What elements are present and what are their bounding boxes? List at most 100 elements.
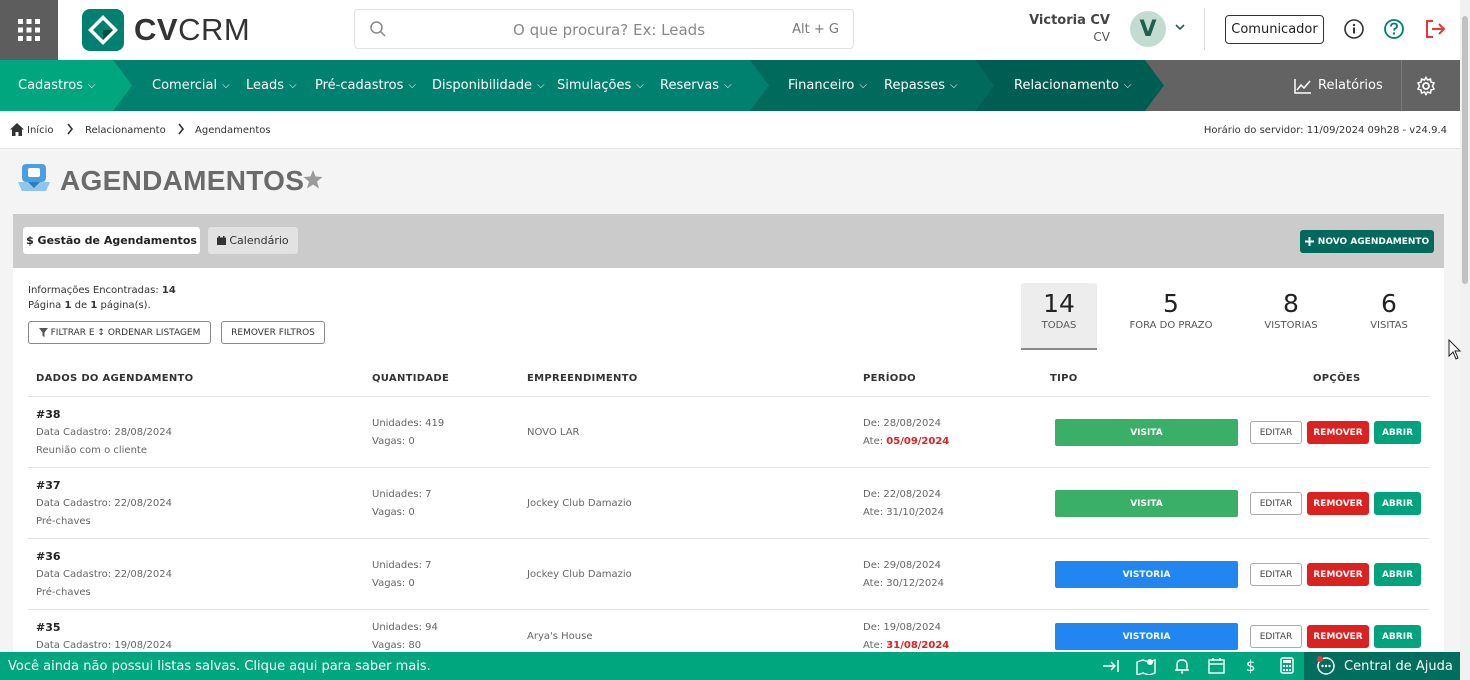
tab-calendario[interactable]: Calendário	[208, 227, 298, 254]
remove-button[interactable]: REMOVER	[1307, 563, 1369, 586]
calendar-icon[interactable]	[1208, 657, 1225, 674]
empreendimento: NOVO LAR	[527, 427, 580, 438]
nav-disponibilidade[interactable]: Disponibilidade ⌵	[432, 60, 545, 111]
map-pin-icon[interactable]	[1136, 657, 1156, 675]
grid-icon	[18, 19, 40, 41]
agendamento-id: #37	[36, 479, 61, 492]
user-name[interactable]: Victoria CV	[1029, 13, 1110, 28]
avatar[interactable]: V	[1130, 11, 1166, 47]
agendamento-id: #38	[36, 408, 61, 421]
apps-grid-button[interactable]	[0, 0, 58, 60]
nav-relatorios[interactable]: Relatórios	[1294, 60, 1383, 111]
main-nav: Cadastros ⌵ Comercial ⌵ Leads ⌵ Pré-cadastr…	[0, 60, 1460, 111]
mouse-cursor-icon	[1448, 339, 1462, 360]
periodo-ate: Ate: 05/09/2024	[863, 436, 950, 447]
nav-reservas[interactable]: Reservas ⌵	[660, 60, 732, 111]
search-shortcut: Alt + G	[792, 22, 839, 37]
nav-leads[interactable]: Leads ⌵	[246, 60, 297, 111]
logout-icon[interactable]	[1423, 17, 1447, 41]
stat-vistorias[interactable]: 8 VISTORIAS	[1253, 283, 1329, 350]
edit-button[interactable]: EDITAR	[1250, 492, 1302, 515]
tipo-badge: VISTORIA	[1055, 623, 1238, 650]
table-row[interactable]: #36 Data Cadastro: 22/08/2024 Pré-chaves…	[13, 539, 1444, 610]
search-icon	[370, 21, 386, 37]
nav-simulacoes[interactable]: Simulações ⌵	[557, 60, 644, 111]
results-count: Informações Encontradas: 14	[28, 285, 176, 296]
stat-fora-do-prazo[interactable]: 5 FORA DO PRAZO	[1123, 283, 1219, 350]
col-header-periodo: PERÍODO	[863, 373, 916, 384]
table-row[interactable]: #37 Data Cadastro: 22/08/2024 Pré-chaves…	[13, 468, 1444, 539]
nav-cadastros[interactable]: Cadastros ⌵	[18, 60, 96, 111]
footer-bar: Você ainda não possui listas salvas. Cli…	[0, 652, 1460, 680]
periodo-ate: Ate: 31/10/2024	[863, 507, 944, 518]
vagas: Vagas: 0	[372, 507, 415, 518]
empreendimento: Jockey Club Damazio	[527, 498, 632, 509]
chevron-down-icon: ⌵	[859, 80, 867, 91]
panel-header: $ Gestão de Agendamentos Calendário NOVO…	[13, 214, 1444, 268]
cvcrm-logo[interactable]: CVCRM	[82, 9, 250, 51]
agendamento-id: #35	[36, 621, 61, 634]
breadcrumb-relacionamento[interactable]: Relacionamento	[85, 125, 166, 136]
remove-button[interactable]: REMOVER	[1307, 492, 1369, 515]
vagas: Vagas: 0	[372, 578, 415, 589]
search-placeholder: O que procura? Ex: Leads	[513, 21, 706, 39]
col-header-empreendimento: EMPREENDIMENTO	[527, 373, 638, 384]
open-button[interactable]: ABRIR	[1374, 421, 1421, 444]
nav-relacionamento[interactable]: Relacionamento ⌵	[1014, 60, 1132, 111]
chart-icon	[1294, 78, 1311, 94]
calculator-icon[interactable]	[1280, 657, 1294, 674]
novo-agendamento-button[interactable]: NOVO AGENDAMENTO	[1300, 230, 1434, 253]
chevron-down-icon: ⌵	[289, 80, 297, 91]
remove-filters-button[interactable]: REMOVER FILTROS	[221, 321, 325, 344]
gear-icon[interactable]	[1416, 76, 1436, 96]
tab-gestao-agendamentos[interactable]: $ Gestão de Agendamentos	[23, 227, 200, 254]
favorite-star-icon[interactable]	[303, 170, 323, 189]
col-header-quantidade: QUANTIDADE	[372, 373, 450, 384]
home-icon[interactable]	[10, 123, 24, 136]
col-header-opcoes: OPÇÕES	[1313, 373, 1361, 384]
vagas: Vagas: 80	[372, 640, 422, 651]
periodo-ate: Ate: 31/08/2024	[863, 640, 950, 651]
remove-button[interactable]: REMOVER	[1307, 421, 1369, 444]
open-button[interactable]: ABRIR	[1374, 563, 1421, 586]
breadcrumb: Início Relacionamento Agendamentos Horár…	[0, 111, 1460, 149]
open-button[interactable]: ABRIR	[1374, 625, 1421, 648]
nav-financeiro[interactable]: Financeiro ⌵	[788, 60, 867, 111]
stat-visitas[interactable]: 6 VISITAS	[1351, 283, 1427, 350]
chevron-right-icon	[67, 123, 74, 135]
central-de-ajuda-button[interactable]: Central de Ajuda	[1304, 652, 1460, 680]
plus-icon	[1304, 237, 1314, 246]
chevron-down-icon[interactable]	[1174, 21, 1186, 33]
help-icon[interactable]	[1383, 18, 1405, 40]
filter-sort-button[interactable]: FILTRAR E ↕ ORDENAR LISTAGEM	[28, 321, 211, 344]
data-cadastro: Data Cadastro: 28/08/2024	[36, 427, 172, 438]
remove-button[interactable]: REMOVER	[1307, 625, 1369, 648]
col-header-dados: DADOS DO AGENDAMENTO	[36, 373, 194, 384]
nav-repasses[interactable]: Repasses ⌵	[884, 60, 958, 111]
collapse-arrow-icon[interactable]	[1102, 658, 1120, 674]
top-header: CVCRM O que procura? Ex: Leads Alt + G V…	[0, 0, 1460, 60]
vagas: Vagas: 0	[372, 436, 415, 447]
table-row[interactable]: #38 Data Cadastro: 28/08/2024 Reunião co…	[13, 397, 1444, 468]
open-button[interactable]: ABRIR	[1374, 492, 1421, 515]
edit-button[interactable]: EDITAR	[1250, 625, 1302, 648]
edit-button[interactable]: EDITAR	[1250, 421, 1302, 444]
agendamentos-panel: $ Gestão de Agendamentos Calendário NOVO…	[13, 214, 1444, 654]
saved-lists-message[interactable]: Você ainda não possui listas salvas. Cli…	[8, 659, 431, 674]
breadcrumb-inicio[interactable]: Início	[27, 125, 53, 136]
chevron-down-icon: ⌵	[537, 80, 545, 91]
info-icon[interactable]	[1343, 18, 1365, 40]
stat-todas[interactable]: 14 TODAS	[1021, 283, 1097, 350]
bell-icon[interactable]	[1174, 658, 1190, 674]
chevron-down-icon: ⌵	[636, 80, 644, 91]
dollar-icon[interactable]: $	[1246, 657, 1256, 675]
nav-pre-cadastros[interactable]: Pré-cadastros ⌵	[315, 60, 416, 111]
table-row[interactable]: #35 Data Cadastro: 19/08/2024 Unidades: …	[13, 610, 1444, 654]
edit-button[interactable]: EDITAR	[1250, 563, 1302, 586]
scrollbar-thumb[interactable]	[1462, 16, 1468, 284]
logo-icon	[82, 9, 124, 51]
search-input[interactable]: O que procura? Ex: Leads Alt + G	[354, 9, 854, 49]
comunicador-button[interactable]: Comunicador	[1225, 15, 1324, 44]
nav-comercial[interactable]: Comercial ⌵	[152, 60, 230, 111]
chevron-down-icon: ⌵	[87, 80, 96, 91]
